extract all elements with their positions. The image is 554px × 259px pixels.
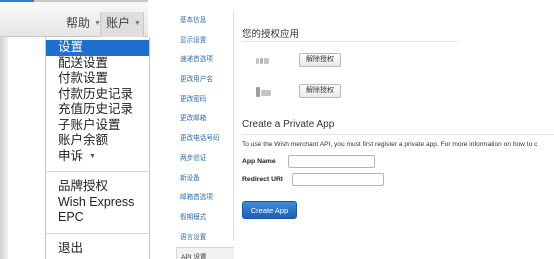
menu-item-settings[interactable]: 设置: [46, 40, 149, 56]
app-logo-icon: [256, 87, 271, 97]
menu-item-payment-settings[interactable]: 付款设置: [46, 71, 149, 87]
menu-item-account-balance[interactable]: 账户余额: [46, 133, 149, 149]
redirect-uri-input[interactable]: [292, 173, 384, 186]
menu-divider: [46, 171, 149, 172]
menu-item-recharge-history[interactable]: 充值历史记录: [46, 102, 149, 118]
nav-account-menu[interactable]: 账户 ▼: [100, 12, 144, 37]
app-name-label: App Name: [242, 158, 276, 165]
settings-nav-change-password[interactable]: 更改密码: [180, 90, 232, 110]
settings-nav-change-username[interactable]: 更改用户名: [180, 70, 232, 90]
settings-nav-change-email[interactable]: 更改邮箱: [180, 109, 232, 129]
settings-nav-api-settings[interactable]: API 设置: [176, 247, 234, 259]
menu-item-sub-account-settings[interactable]: 子账户设置: [46, 118, 149, 134]
menu-item-brand-authorization[interactable]: 品牌授权: [46, 179, 149, 195]
left-page-edge: [0, 37, 8, 259]
nav-account-label: 账户: [106, 16, 131, 30]
settings-nav-display-settings[interactable]: 显示设置: [180, 31, 232, 51]
section-divider: [242, 134, 554, 135]
menu-item-logout[interactable]: 退出: [46, 241, 149, 257]
section-divider: [242, 41, 457, 42]
nav-help-menu[interactable]: 帮助 ▼: [66, 14, 101, 31]
menu-item-payment-history[interactable]: 付款历史记录: [46, 87, 149, 103]
revoke-authorization-button[interactable]: 解除授权: [299, 53, 341, 67]
settings-side-nav: 基本信息 显示设置 速递首选项 更改用户名 更改密码 更改邮箱 更改电话号码 两…: [176, 11, 234, 259]
private-app-intro-text: To use the Wish merchant API, you must f…: [242, 141, 538, 148]
authorized-app-row: 解除授权: [242, 84, 372, 102]
menu-item-disputes-label: 申诉: [58, 148, 84, 163]
settings-nav-two-step-verification[interactable]: 两步验证: [180, 149, 232, 169]
account-dropdown-menu: 设置 配送设置 付款设置 付款历史记录 充值历史记录 子账户设置 账户余额 申诉…: [45, 37, 150, 259]
side-nav-divider: [233, 11, 234, 241]
app-name-input[interactable]: [288, 155, 375, 168]
menu-item-wish-express[interactable]: Wish Express: [46, 195, 149, 211]
create-app-button[interactable]: Create App: [242, 201, 297, 219]
settings-nav-vacation-mode[interactable]: 假期模式: [180, 208, 232, 228]
top-accent-strip: [0, 0, 34, 2]
settings-nav-basic-info[interactable]: 基本信息: [180, 11, 232, 31]
authorized-apps-title: 您的授权应用: [242, 29, 300, 40]
app-logo-icon: [256, 58, 269, 64]
nav-help-label: 帮助: [66, 16, 91, 30]
api-settings-panel: 您的授权应用 解除授权 解除授权 Create a Private App To…: [242, 0, 554, 259]
settings-nav-change-phone[interactable]: 更改电话号码: [180, 129, 232, 149]
chevron-down-icon: ▼: [134, 20, 141, 27]
settings-nav-express-preferences[interactable]: 速递首选项: [180, 50, 232, 70]
top-nav-bar: 帮助 ▼ 账户 ▼: [0, 0, 148, 37]
menu-divider: [46, 232, 149, 234]
chevron-down-icon: ▼: [89, 152, 96, 160]
settings-nav-email-preferences[interactable]: 邮箱首选项: [180, 188, 232, 208]
private-app-title: Create a Private App: [242, 119, 335, 130]
menu-item-epc[interactable]: EPC: [46, 210, 149, 226]
settings-nav-language-settings[interactable]: 语言设置: [180, 228, 232, 248]
redirect-uri-label: Redirect URI: [242, 176, 283, 183]
menu-item-disputes[interactable]: 申诉 ▼: [46, 149, 149, 165]
revoke-authorization-button[interactable]: 解除授权: [299, 84, 341, 98]
top-gray-strip: [34, 0, 148, 2]
menu-item-shipping-settings[interactable]: 配送设置: [46, 56, 149, 72]
settings-nav-new-devices[interactable]: 新设备: [180, 169, 232, 189]
authorized-app-row: 解除授权: [242, 53, 372, 71]
